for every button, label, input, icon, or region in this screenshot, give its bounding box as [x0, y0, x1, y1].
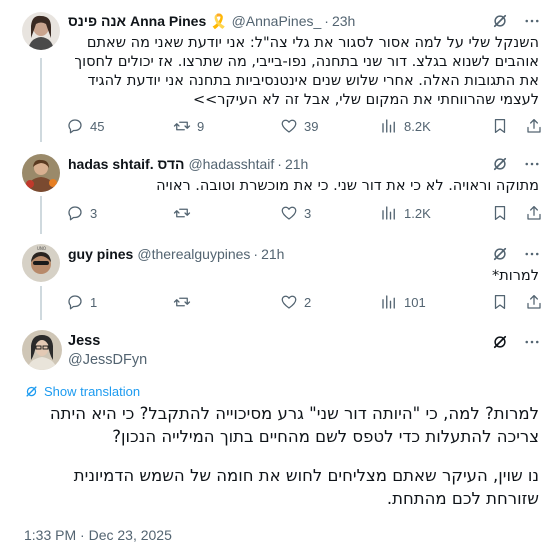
heart-icon — [281, 119, 297, 133]
tweet-text: השנקל שלי על למה אסור לסגור את גלי צה"ל:… — [74, 35, 539, 108]
author-name[interactable]: אנה פינס Anna Pines 🎗️ — [68, 13, 228, 30]
more-icon[interactable] — [523, 155, 541, 173]
author-handle[interactable]: @therealguypines — [137, 246, 250, 262]
avatar[interactable] — [22, 12, 60, 50]
reply-count: 45 — [90, 118, 105, 134]
repost-count: 9 — [197, 118, 205, 134]
like-button[interactable]: 39 — [280, 117, 380, 135]
author-handle[interactable]: @JessDFyn — [68, 352, 147, 368]
repost-button[interactable] — [173, 204, 280, 222]
tweet-time[interactable]: 23h — [332, 13, 355, 29]
tweet-text-paragraph: נו שוין, העיקר שאתם מצליחים לחוש את חומה… — [73, 466, 539, 508]
separator-dot: · — [324, 13, 329, 29]
reply-tweet[interactable]: אנה פינס Anna Pines 🎗️ @AnnaPines_ · 23h… — [0, 0, 555, 146]
bookmark-icon[interactable] — [491, 293, 509, 311]
reply-icon — [68, 119, 82, 134]
repost-button[interactable]: 9 — [173, 117, 280, 135]
reply-button[interactable]: 3 — [66, 204, 173, 222]
heart-icon — [281, 295, 297, 309]
like-count: 3 — [304, 205, 312, 221]
share-icon[interactable] — [525, 293, 543, 311]
reply-button[interactable]: 1 — [66, 293, 173, 311]
avatar[interactable] — [22, 330, 62, 370]
tweet-timestamp[interactable]: 1:33 PM · Dec 23, 2025 — [24, 527, 172, 543]
views-count: 1.2K — [404, 205, 431, 221]
views-icon — [382, 295, 395, 309]
author-name[interactable]: guy pines — [68, 246, 133, 262]
author-name[interactable]: Jess — [68, 333, 100, 349]
more-icon[interactable] — [523, 333, 541, 351]
like-button[interactable]: 2 — [280, 293, 380, 311]
heart-icon — [281, 206, 297, 220]
views-count: 101 — [404, 294, 426, 310]
bookmark-icon[interactable] — [491, 204, 509, 222]
grok-icon[interactable] — [491, 155, 509, 173]
focused-tweet: Jess @JessDFyn Show translation למרות? ל… — [0, 322, 555, 560]
grok-icon[interactable] — [491, 245, 509, 263]
share-icon[interactable] — [525, 117, 543, 135]
tweet-time[interactable]: 21h — [285, 156, 308, 172]
repost-button[interactable] — [173, 293, 280, 311]
svg-text:UNO: UNO — [37, 246, 46, 251]
show-translation-link[interactable]: Show translation — [24, 384, 140, 399]
separator-dot: · — [277, 156, 282, 172]
translate-icon — [26, 386, 37, 397]
reply-button[interactable]: 45 — [66, 117, 173, 135]
repost-icon — [173, 297, 191, 307]
tweet-text: למרות* — [491, 268, 539, 284]
views-button[interactable]: 101 — [380, 293, 484, 311]
show-translation-label: Show translation — [44, 384, 141, 399]
views-button[interactable]: 1.2K — [380, 204, 484, 222]
views-button[interactable]: 8.2K — [380, 117, 484, 135]
reply-tweet[interactable]: hadas shtaif. הדס @hadasshtaif · 21h מתו… — [0, 146, 555, 236]
reply-count: 1 — [90, 294, 98, 310]
views-count: 8.2K — [404, 118, 431, 134]
views-icon — [382, 206, 395, 220]
avatar[interactable] — [22, 154, 60, 192]
tweet-time[interactable]: 21h — [261, 246, 284, 262]
author-handle[interactable]: @hadasshtaif — [188, 156, 274, 172]
like-button[interactable]: 3 — [280, 204, 380, 222]
grok-icon[interactable] — [491, 12, 509, 30]
tweet-text: מתוקה וראויה. לא כי את דור שני. כי את מו… — [156, 178, 539, 194]
avatar[interactable]: UNO — [22, 244, 60, 282]
reply-count: 3 — [90, 205, 98, 221]
like-count: 2 — [304, 294, 312, 310]
repost-icon — [173, 208, 191, 218]
author-name[interactable]: hadas shtaif. הדס — [68, 156, 184, 172]
share-icon[interactable] — [525, 204, 543, 222]
grok-icon[interactable] — [491, 333, 509, 351]
reply-icon — [68, 206, 82, 221]
author-handle[interactable]: @AnnaPines_ — [232, 13, 322, 29]
like-count: 39 — [304, 118, 319, 134]
separator-dot: · — [253, 246, 259, 262]
more-icon[interactable] — [523, 245, 541, 263]
reply-tweet[interactable]: UNO guy pines @therealguypines · 21h למר… — [0, 236, 555, 322]
tweet-text-paragraph: למרות? למה, כי "היותה דור שני" גרע מסיכו… — [49, 404, 539, 446]
repost-icon — [173, 121, 191, 131]
more-icon[interactable] — [523, 12, 541, 30]
views-icon — [382, 119, 395, 133]
bookmark-icon[interactable] — [491, 117, 509, 135]
reply-icon — [68, 295, 82, 310]
